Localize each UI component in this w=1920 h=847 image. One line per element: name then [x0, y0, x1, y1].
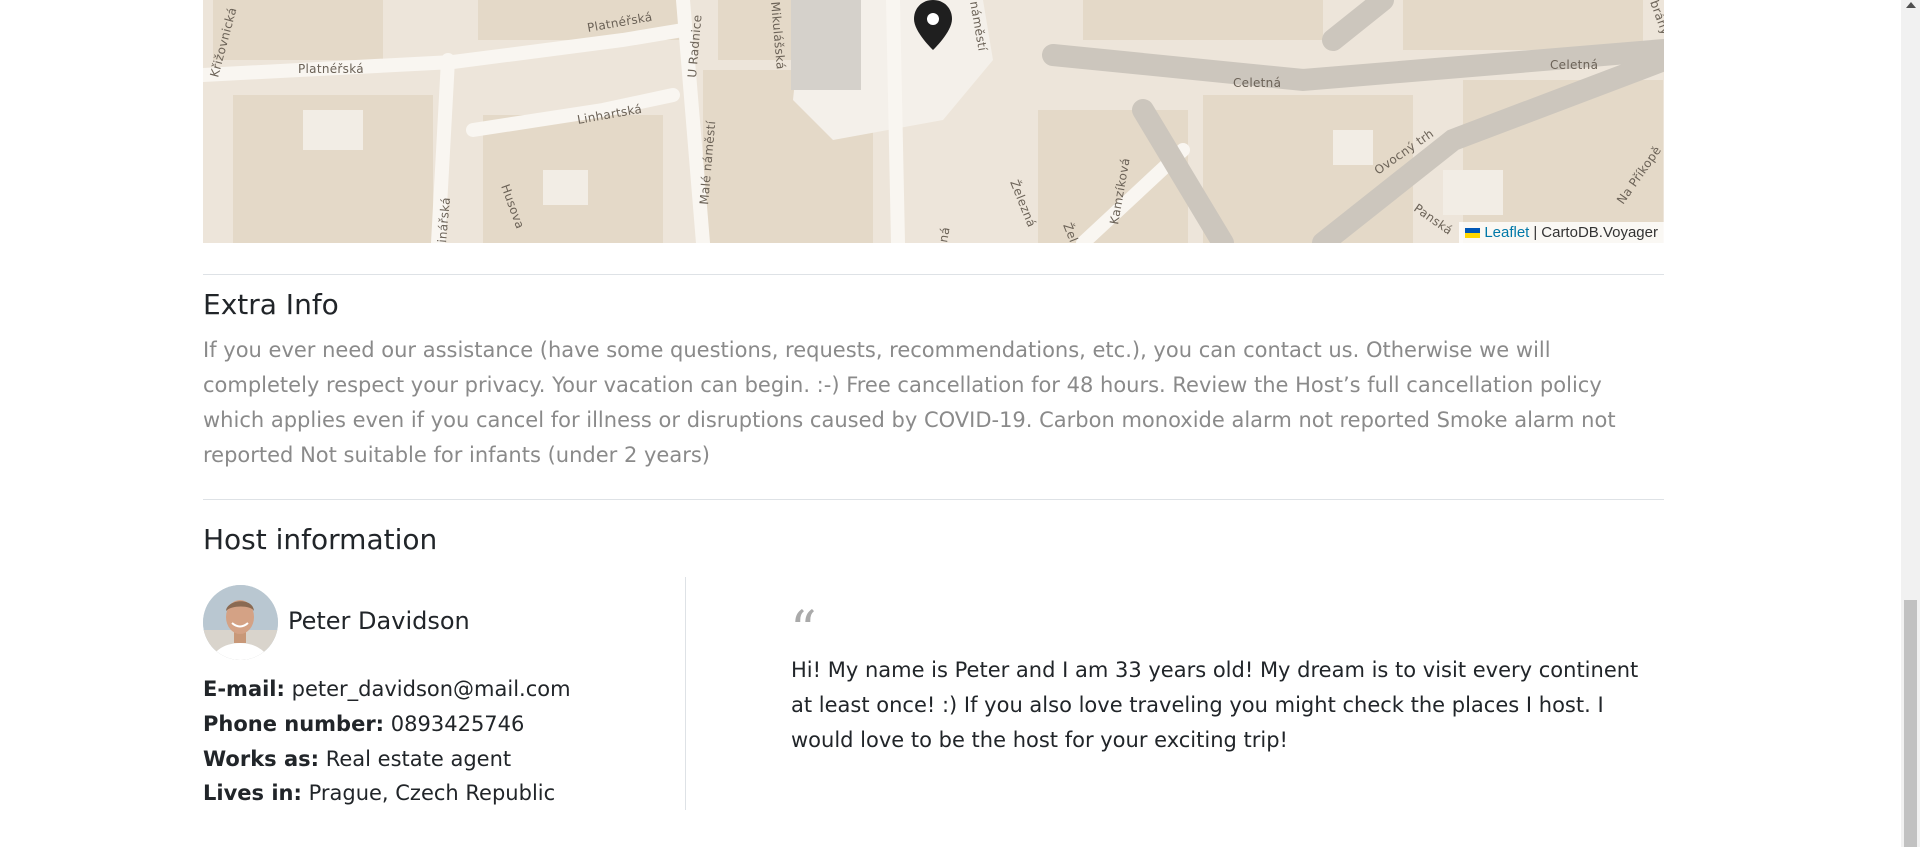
svg-text:Celetná: Celetná	[1233, 76, 1281, 90]
host-name: Peter Davidson	[288, 607, 470, 635]
svg-text:Celetná: Celetná	[1550, 58, 1598, 72]
page-scrollbar[interactable]	[1901, 0, 1920, 847]
map-attribution: Leaflet | CartoDB.Voyager	[1459, 222, 1664, 243]
host-info-title: Host information	[203, 523, 438, 556]
works-value: Real estate agent	[325, 747, 512, 771]
host-location: Lives in: Prague, Czech Republic	[203, 781, 555, 805]
lives-value: Prague, Czech Republic	[308, 781, 556, 805]
email-value: peter_davidson@mail.com	[291, 677, 571, 701]
ukraine-flag-icon	[1465, 227, 1481, 238]
host-phone: Phone number: 0893425746	[203, 712, 524, 736]
leaflet-link[interactable]: Leaflet	[1484, 224, 1529, 241]
scroll-up-arrow-icon[interactable]	[1906, 2, 1916, 8]
map-tiles[interactable]: Křižovnická Platnéřská Platnéřská U Radn…	[203, 0, 1664, 243]
vertical-divider	[685, 577, 686, 810]
phone-label: Phone number:	[203, 712, 385, 736]
svg-text:ná: ná	[936, 226, 952, 243]
tiles-provider: CartoDB.Voyager	[1541, 224, 1658, 241]
scroll-thumb[interactable]	[1904, 600, 1917, 847]
divider	[203, 274, 1664, 275]
works-label: Works as:	[203, 747, 320, 771]
email-label: E-mail:	[203, 677, 285, 701]
lives-label: Lives in:	[203, 781, 302, 805]
quote-icon: “	[790, 601, 817, 661]
divider	[203, 499, 1664, 500]
location-map[interactable]: Křižovnická Platnéřská Platnéřská U Radn…	[203, 0, 1664, 243]
svg-text:Platnéřská: Platnéřská	[298, 62, 364, 76]
extra-info-title: Extra Info	[203, 288, 339, 321]
host-email: E-mail: peter_davidson@mail.com	[203, 677, 571, 701]
host-quote: Hi! My name is Peter and I am 33 years o…	[791, 658, 1639, 752]
map-pin-icon[interactable]	[914, 0, 952, 50]
host-avatar	[203, 585, 278, 660]
host-occupation: Works as: Real estate agent	[203, 747, 511, 771]
phone-value: 0893425746	[390, 712, 525, 736]
attribution-separator: |	[1533, 224, 1538, 241]
extra-info-text: If you ever need our assistance (have so…	[203, 338, 1616, 467]
